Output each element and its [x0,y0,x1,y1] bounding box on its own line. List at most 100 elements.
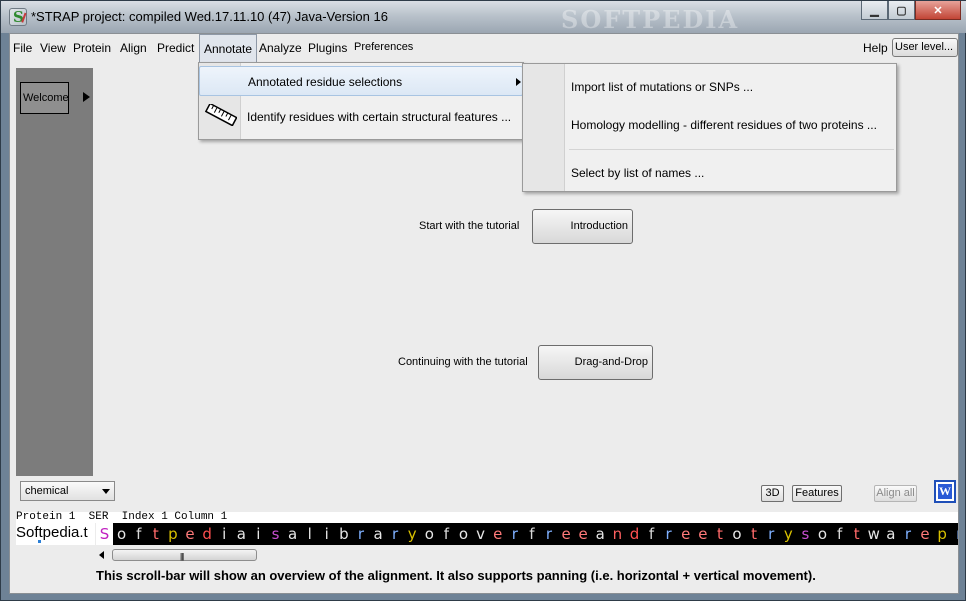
select-by-names-item[interactable]: Select by list of names ... [523,158,896,188]
residue[interactable]: l [301,523,318,545]
sequence-row[interactable]: Softpediaisalibraryofoverfreeandfreetotr… [96,523,958,545]
residue[interactable]: a [370,523,387,545]
identify-residues-item[interactable]: Identify residues with certain structura… [199,99,523,137]
protein-row-name[interactable]: Softpedia.t [16,523,95,545]
residue[interactable]: v [472,523,489,545]
residue[interactable]: t [746,523,763,545]
homology-modelling-item[interactable]: Homology modelling - different residues … [523,110,896,140]
residue[interactable]: n [609,523,626,545]
maximize-button[interactable]: ▢ [888,1,915,20]
scrollbar-thumb[interactable]: ||| [112,549,257,561]
residue[interactable]: o [814,523,831,545]
residue[interactable]: r [763,523,780,545]
introduction-button[interactable]: Introduction [532,209,633,244]
softpedia-watermark: SOFTPEDIA [561,5,740,34]
residue[interactable]: r [951,523,958,545]
menu-align[interactable]: Align [120,41,147,55]
residue[interactable]: o [113,523,130,545]
alignment-scrollbar[interactable]: ||| [96,548,958,562]
menu-plugins[interactable]: Plugins [308,41,347,55]
residue[interactable]: t [711,523,728,545]
import-mutations-item[interactable]: Import list of mutations or SNPs ... [523,72,896,102]
residue[interactable]: p [934,523,951,545]
residue[interactable]: y [780,523,797,545]
residue[interactable]: e [558,523,575,545]
residue[interactable]: r [540,523,557,545]
residue[interactable]: f [130,523,147,545]
expand-arrow-icon[interactable] [83,92,90,102]
chevron-down-icon [102,489,110,494]
welcome-tab[interactable]: Welcome [20,82,69,114]
residue[interactable]: b [335,523,352,545]
menu-predict[interactable]: Predict [157,41,194,55]
close-button[interactable]: ✕ [915,1,961,20]
menu-view[interactable]: View [40,41,66,55]
residue[interactable]: r [387,523,404,545]
user-level-button[interactable]: User level... [892,38,958,57]
residue[interactable]: a [592,523,609,545]
residue[interactable]: w [865,523,882,545]
features-button[interactable]: Features [792,485,842,502]
drag-and-drop-button[interactable]: Drag-and-Drop [538,345,653,380]
residue[interactable]: e [694,523,711,545]
menu-bar: File View Protein Align Predict Annotate… [10,34,958,63]
residue[interactable]: e [181,523,198,545]
menu-annotate[interactable]: Annotate [199,34,258,63]
tutorial-label: Start with the tutorial [419,220,520,232]
title-bar[interactable]: *STRAP project: compiled Wed.17.11.10 (4… [1,1,966,34]
residue[interactable]: o [455,523,472,545]
residue[interactable]: f [831,523,848,545]
residue[interactable]: o [421,523,438,545]
residue[interactable]: r [899,523,916,545]
residue[interactable]: i [216,523,233,545]
residue[interactable]: f [643,523,660,545]
residue[interactable]: r [506,523,523,545]
color-mode-select[interactable]: chemical [20,481,115,501]
residue[interactable]: t [147,523,164,545]
residue[interactable]: f [438,523,455,545]
app-window: *STRAP project: compiled Wed.17.11.10 (4… [0,0,966,601]
alignment-status-line: Protein 1 SER Index 1 Column 1 [16,512,958,523]
residue[interactable]: s [267,523,284,545]
residue[interactable]: a [284,523,301,545]
residue[interactable]: e [575,523,592,545]
residue[interactable]: i [250,523,267,545]
residue[interactable]: i [318,523,335,545]
residue[interactable]: e [917,523,934,545]
minimize-icon: ▁ [870,4,879,17]
grip-icon: ||| [180,552,184,561]
left-sidebar: Welcome [16,68,93,476]
menu-preferences[interactable]: Preferences [354,41,413,53]
window-title: *STRAP project: compiled Wed.17.11.10 (4… [31,9,388,24]
menu-file[interactable]: File [13,41,32,55]
residue[interactable]: e [677,523,694,545]
residue[interactable]: y [404,523,421,545]
scrollbar-hint: This scroll-bar will show an overview of… [96,568,816,583]
alignment-toolbar: chemical 3D Features Align all W [16,476,958,508]
menu-protein[interactable]: Protein [73,41,111,55]
menu-help[interactable]: Help [863,41,888,55]
word-export-button[interactable]: W [934,480,956,503]
annotated-residue-submenu: Import list of mutations or SNPs ... Hom… [522,63,897,192]
residue[interactable]: S [96,523,114,545]
residue[interactable]: r [352,523,369,545]
import-mutations-label: Import list of mutations or SNPs ... [571,80,754,94]
minimize-button[interactable]: ▁ [861,1,888,20]
annotated-residue-selections-label: Annotated residue selections [248,75,403,89]
residue[interactable]: e [489,523,506,545]
residue[interactable]: r [660,523,677,545]
residue[interactable]: f [523,523,540,545]
residue[interactable]: p [164,523,181,545]
select-by-names-label: Select by list of names ... [571,166,705,180]
scroll-left-icon[interactable] [99,551,104,559]
residue[interactable]: a [882,523,899,545]
annotated-residue-selections-item[interactable]: Annotated residue selections [199,66,523,96]
residue[interactable]: o [728,523,745,545]
residue[interactable]: a [233,523,250,545]
3d-button[interactable]: 3D [761,485,784,502]
residue[interactable]: s [797,523,814,545]
residue[interactable]: d [626,523,643,545]
menu-analyze[interactable]: Analyze [259,41,302,55]
residue[interactable]: d [199,523,216,545]
residue[interactable]: t [848,523,865,545]
